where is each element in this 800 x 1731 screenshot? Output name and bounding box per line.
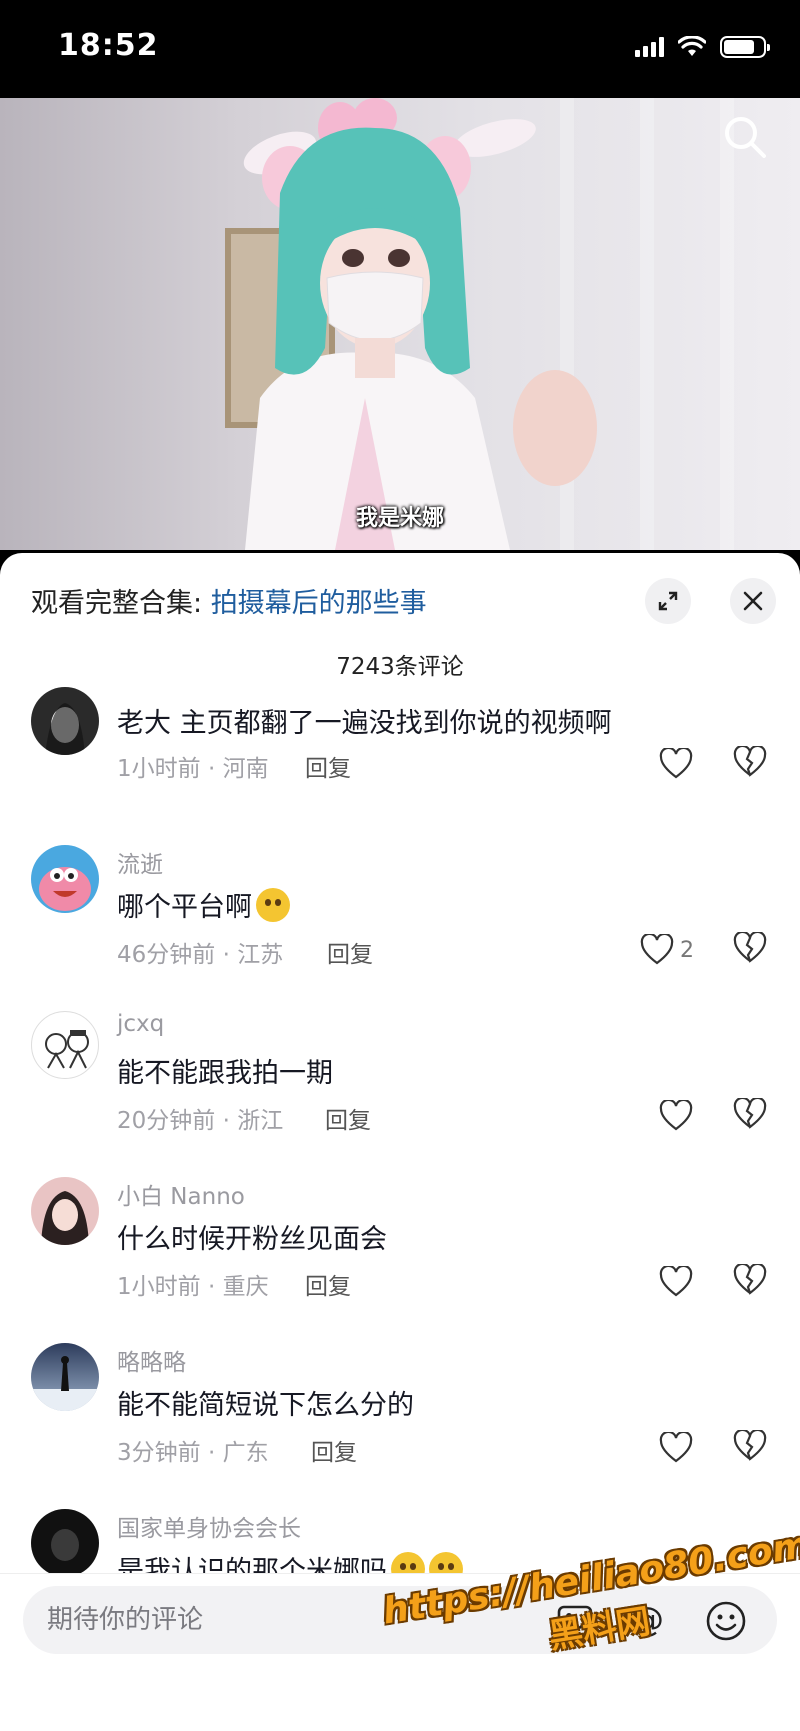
- like-button[interactable]: 2: [640, 932, 694, 968]
- dislike-button[interactable]: [733, 1096, 769, 1134]
- comment-text: 能不能跟我拍一期: [117, 1058, 333, 1089]
- video-subtitle: 我是米娜: [355, 506, 444, 531]
- comment-item: 略略略 能不能简短说下怎么分的 3分钟前 · 广东 回复: [0, 1343, 800, 1509]
- heart-icon: [659, 1266, 693, 1297]
- broken-heart-icon: [733, 1096, 767, 1129]
- avatar[interactable]: [31, 1343, 99, 1411]
- reply-button[interactable]: 回复: [325, 1101, 371, 1135]
- comment-text: 能不能简短说下怎么分的: [117, 1390, 414, 1421]
- avatar[interactable]: [31, 1509, 99, 1577]
- avatar[interactable]: [31, 1011, 99, 1079]
- close-button[interactable]: [730, 578, 776, 624]
- collection-prefix: 观看完整合集:: [31, 588, 211, 619]
- wifi-icon: [678, 36, 706, 56]
- comment-username[interactable]: 小白 Nanno: [117, 1177, 245, 1211]
- status-icons: [635, 36, 770, 58]
- battery-icon: [720, 36, 770, 58]
- heart-icon: [659, 1100, 693, 1131]
- dislike-button[interactable]: [733, 744, 769, 782]
- like-count: 2: [680, 937, 694, 963]
- avatar[interactable]: [31, 1177, 99, 1245]
- heart-icon: [659, 1432, 693, 1463]
- expand-button[interactable]: [645, 578, 691, 624]
- collection-link[interactable]: 拍摄幕后的那些事: [211, 588, 427, 619]
- comment-username[interactable]: jcxq: [117, 1011, 164, 1037]
- reply-button[interactable]: 回复: [305, 1267, 351, 1301]
- reply-button[interactable]: 回复: [305, 749, 351, 783]
- status-bar: 18:52: [0, 0, 800, 98]
- comment-meta: 1小时前 · 重庆: [117, 1274, 269, 1300]
- curtain-fold: [720, 98, 734, 550]
- like-button[interactable]: [659, 746, 693, 782]
- comment-item: 老大 主页都翻了一遍没找到你说的视频啊 1小时前 · 河南 回复: [0, 687, 800, 867]
- avatar[interactable]: [31, 687, 99, 755]
- like-button[interactable]: [659, 1098, 693, 1134]
- video-player[interactable]: 我是米娜: [0, 98, 800, 550]
- heart-icon: [659, 748, 693, 779]
- comment-item: 小白 Nanno 什么时候开粉丝见面会 1小时前 · 重庆 回复: [0, 1177, 800, 1343]
- comment-username[interactable]: 国家单身协会会长: [117, 1509, 301, 1543]
- search-icon[interactable]: [720, 112, 770, 162]
- comment-meta: 1小时前 · 河南: [117, 756, 269, 782]
- comment-username[interactable]: 流逝: [117, 845, 163, 879]
- heart-icon: [640, 934, 674, 965]
- avatar[interactable]: [31, 845, 99, 913]
- close-icon: [743, 591, 763, 611]
- dislike-button[interactable]: [733, 1428, 769, 1466]
- dislike-button[interactable]: [733, 930, 769, 968]
- cellular-signal-icon: [635, 37, 664, 57]
- video-person-figure: [243, 98, 597, 550]
- dislike-button[interactable]: [733, 1262, 769, 1300]
- comment-text: 哪个平台啊: [117, 885, 290, 924]
- comment-count: 7243条评论: [336, 654, 464, 680]
- broken-heart-icon: [733, 744, 767, 777]
- like-button[interactable]: [659, 1430, 693, 1466]
- comment-meta: 20分钟前 · 浙江: [117, 1108, 284, 1134]
- reply-button[interactable]: 回复: [327, 935, 373, 969]
- comment-item: 流逝 哪个平台啊 46分钟前 · 江苏 回复 2: [0, 845, 800, 1011]
- like-button[interactable]: [659, 1264, 693, 1300]
- comment-text: 什么时候开粉丝见面会: [117, 1224, 387, 1255]
- comment-item: jcxq 能不能跟我拍一期 20分钟前 · 浙江 回复: [0, 1011, 800, 1177]
- reply-button[interactable]: 回复: [311, 1433, 357, 1467]
- comment-meta: 3分钟前 · 广东: [117, 1440, 269, 1466]
- comment-username[interactable]: 略略略: [117, 1343, 186, 1377]
- broken-heart-icon: [733, 930, 767, 963]
- dizzy-face-emoji: [256, 888, 290, 922]
- broken-heart-icon: [733, 1428, 767, 1461]
- expand-icon: [658, 591, 678, 611]
- curtain-fold: [640, 98, 654, 550]
- battery-level: [724, 40, 755, 54]
- status-time: 18:52: [58, 28, 159, 63]
- comment-meta: 46分钟前 · 江苏: [117, 942, 284, 968]
- collection-banner[interactable]: 观看完整合集: 拍摄幕后的那些事: [31, 581, 427, 620]
- comment-text: 老大 主页都翻了一遍没找到你说的视频啊: [117, 708, 612, 739]
- broken-heart-icon: [733, 1262, 767, 1295]
